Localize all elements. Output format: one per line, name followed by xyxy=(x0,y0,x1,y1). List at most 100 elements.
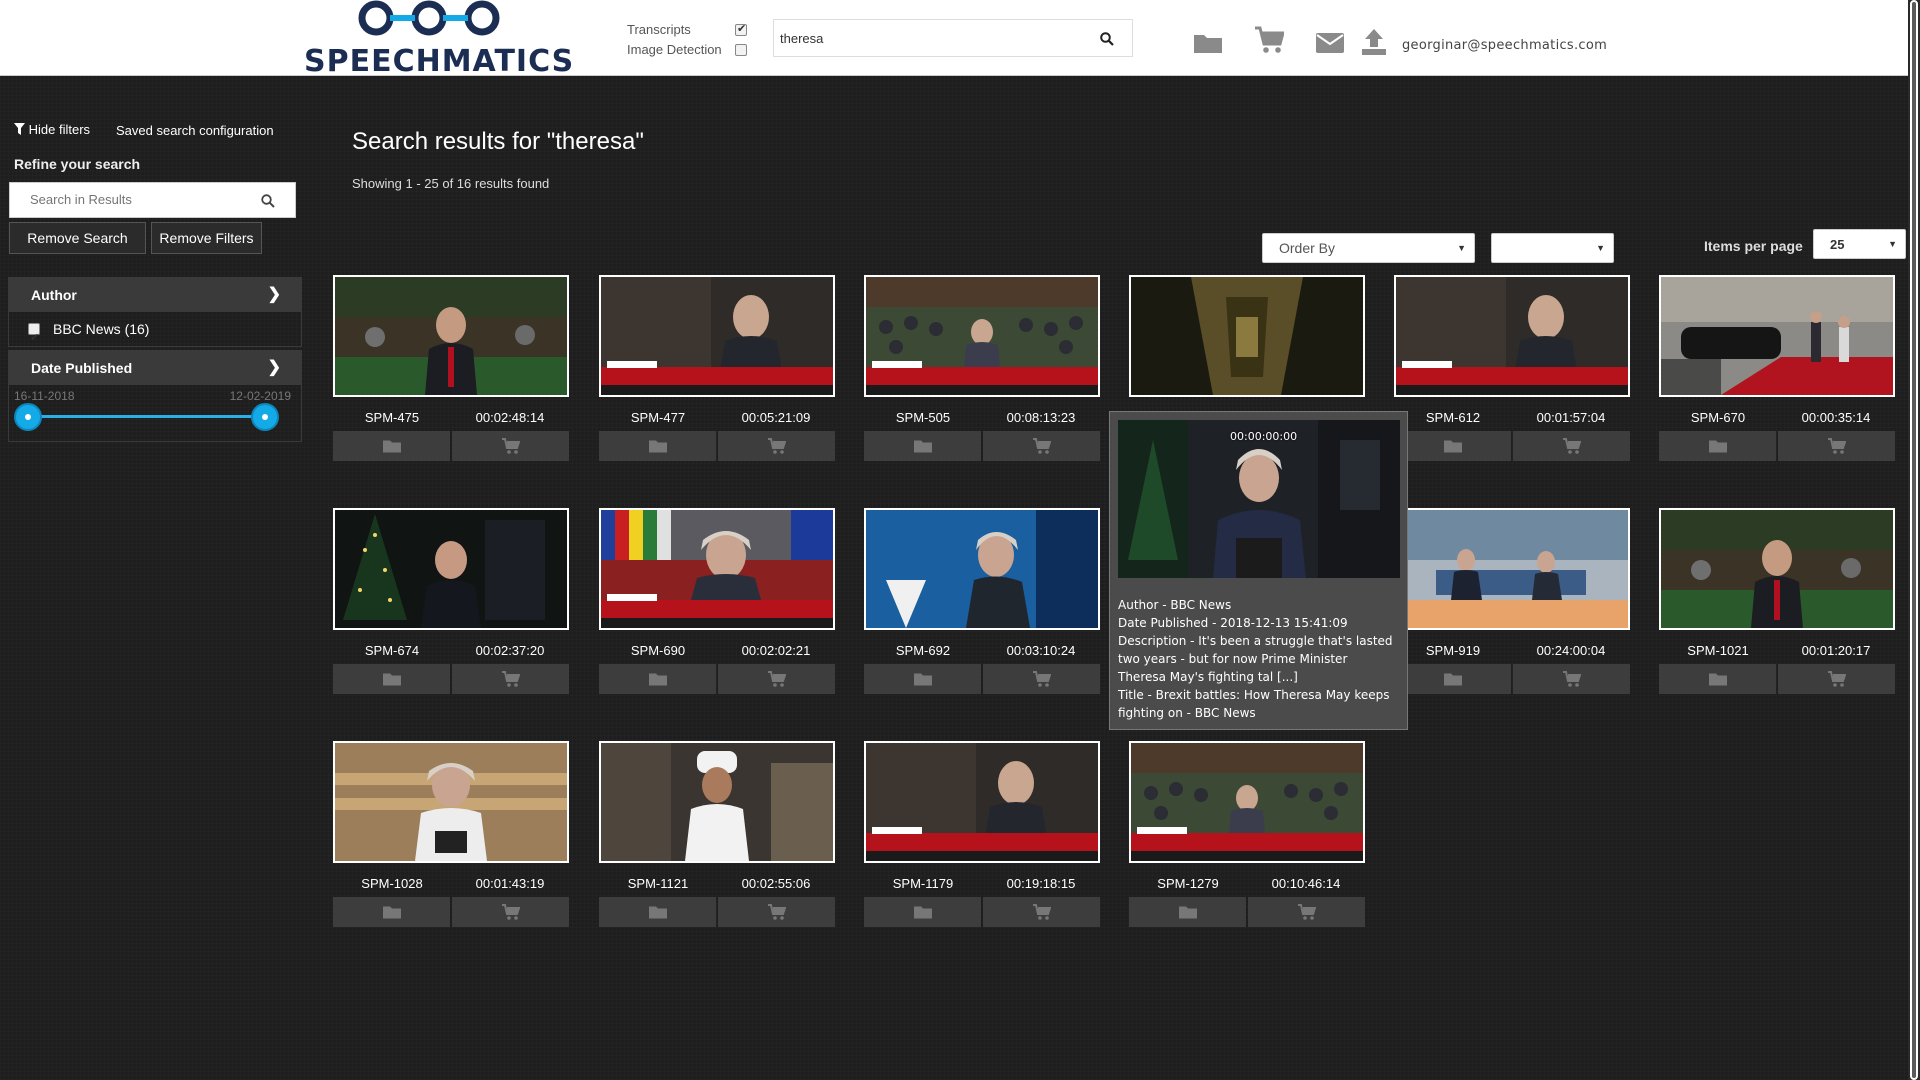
result-card[interactable]: SPM-690 00:02:02:21 xyxy=(599,508,835,694)
order-by-select[interactable]: Order By ▼ xyxy=(1262,233,1475,263)
hide-filters-link[interactable]: Hide filters xyxy=(14,122,90,137)
results-search-input[interactable] xyxy=(30,192,250,207)
slider-handle-end[interactable] xyxy=(251,403,279,431)
cart-icon xyxy=(767,671,786,687)
result-thumbnail[interactable] xyxy=(864,508,1100,630)
slider-handle-start[interactable] xyxy=(14,403,42,431)
add-to-cart-button[interactable] xyxy=(452,897,569,927)
add-to-cart-button[interactable] xyxy=(718,897,835,927)
result-card[interactable]: SPM-919 00:24:00:04 xyxy=(1394,508,1630,694)
author-filter-header[interactable]: Author ❯ xyxy=(9,278,301,312)
add-to-folder-button[interactable] xyxy=(1659,431,1776,461)
add-to-folder-button[interactable] xyxy=(1394,431,1511,461)
add-to-folder-button[interactable] xyxy=(864,897,981,927)
tooltip-author: Author - BBC News xyxy=(1118,598,1232,612)
add-to-folder-button[interactable] xyxy=(333,897,450,927)
result-card[interactable]: SPM-1279 00:10:46:14 xyxy=(1129,741,1365,927)
add-to-cart-button[interactable] xyxy=(718,664,835,694)
result-thumbnail[interactable] xyxy=(333,741,569,863)
slider-track[interactable] xyxy=(27,415,267,418)
result-card[interactable]: SPM-477 00:05:21:09 xyxy=(599,275,835,461)
result-actions xyxy=(599,897,835,927)
filter-icon xyxy=(14,123,25,135)
result-thumbnail[interactable] xyxy=(1659,508,1895,630)
thumbnail-image xyxy=(601,510,833,628)
result-thumbnail[interactable] xyxy=(1394,508,1630,630)
add-to-cart-button[interactable] xyxy=(452,664,569,694)
add-to-folder-button[interactable] xyxy=(333,431,450,461)
user-email[interactable]: georginar@speechmatics.com xyxy=(1402,38,1607,53)
add-to-folder-button[interactable] xyxy=(864,664,981,694)
result-card[interactable]: SPM-612 00:01:57:04 xyxy=(1394,275,1630,461)
result-thumbnail[interactable] xyxy=(599,741,835,863)
add-to-folder-button[interactable] xyxy=(599,431,716,461)
author-bbc-checkbox[interactable] xyxy=(28,321,40,355)
upload-icon[interactable] xyxy=(1361,28,1387,56)
result-thumbnail[interactable] xyxy=(333,275,569,397)
add-to-cart-button[interactable] xyxy=(983,431,1100,461)
cart-icon[interactable] xyxy=(1254,26,1284,54)
transcripts-checkbox[interactable] xyxy=(735,22,747,36)
result-card[interactable]: SPM-674 00:02:37:20 xyxy=(333,508,569,694)
add-to-folder-button[interactable] xyxy=(599,897,716,927)
add-to-folder-button[interactable] xyxy=(1129,897,1246,927)
result-card[interactable]: SPM-692 00:03:10:24 xyxy=(864,508,1100,694)
page-scrollbar[interactable] xyxy=(1908,0,1920,1080)
speechmatics-logo[interactable]: SPEECHMATICS xyxy=(304,0,573,79)
result-thumbnail[interactable] xyxy=(1129,741,1365,863)
result-card[interactable]: SPM-505 00:08:13:23 xyxy=(864,275,1100,461)
remove-search-button[interactable]: Remove Search xyxy=(9,222,146,254)
add-to-cart-button[interactable] xyxy=(1778,431,1895,461)
envelope-icon[interactable] xyxy=(1316,33,1344,53)
remove-filters-button[interactable]: Remove Filters xyxy=(151,222,262,254)
add-to-cart-button[interactable] xyxy=(1248,897,1365,927)
result-duration: 00:03:10:24 xyxy=(1006,643,1076,658)
result-card[interactable]: SPM-1021 00:01:20:17 xyxy=(1659,508,1895,694)
cart-icon xyxy=(1032,438,1051,454)
result-thumbnail[interactable] xyxy=(1129,275,1365,397)
add-to-folder-button[interactable] xyxy=(599,664,716,694)
items-per-page-select[interactable]: 25 ▼ xyxy=(1813,229,1906,259)
add-to-cart-button[interactable] xyxy=(718,431,835,461)
result-thumbnail[interactable] xyxy=(599,508,835,630)
result-thumbnail[interactable] xyxy=(1659,275,1895,397)
order-direction-select[interactable]: ▼ xyxy=(1491,233,1614,263)
result-card[interactable]: SPM-670 00:00:35:14 xyxy=(1659,275,1895,461)
add-to-cart-button[interactable] xyxy=(1778,664,1895,694)
result-card[interactable]: SPM-1028 00:01:43:19 xyxy=(333,741,569,927)
add-to-folder-button[interactable] xyxy=(864,431,981,461)
result-thumbnail[interactable] xyxy=(864,275,1100,397)
saved-search-link[interactable]: Saved search configuration xyxy=(116,123,274,138)
results-count: Showing 1 - 25 of 16 results found xyxy=(352,176,550,191)
add-to-cart-button[interactable] xyxy=(983,897,1100,927)
date-filter-header[interactable]: Date Published ❯ xyxy=(9,351,301,385)
result-actions xyxy=(1659,431,1895,461)
add-to-folder-button[interactable] xyxy=(333,664,450,694)
result-id: SPM-1028 xyxy=(361,876,423,891)
cart-icon xyxy=(501,671,520,687)
result-card[interactable]: SPM-1179 00:19:18:15 xyxy=(864,741,1100,927)
add-to-cart-button[interactable] xyxy=(1513,664,1630,694)
add-to-cart-button[interactable] xyxy=(983,664,1100,694)
result-card[interactable]: SPM-475 00:02:48:14 xyxy=(333,275,569,461)
search-icon[interactable] xyxy=(261,194,275,208)
header-search-input[interactable] xyxy=(780,28,1080,48)
result-thumbnail[interactable] xyxy=(864,741,1100,863)
result-thumbnail[interactable] xyxy=(333,508,569,630)
result-thumbnail[interactable] xyxy=(1394,275,1630,397)
scrollbar-thumb[interactable] xyxy=(1910,0,1918,1080)
folder-icon xyxy=(913,673,932,686)
result-thumbnail[interactable] xyxy=(599,275,835,397)
result-duration: 00:02:55:06 xyxy=(741,876,811,891)
image-detection-checkbox[interactable] xyxy=(735,44,747,56)
cart-icon xyxy=(1032,904,1051,920)
result-card[interactable]: SPM-1121 00:02:55:06 xyxy=(599,741,835,927)
folder-icon[interactable] xyxy=(1193,32,1223,54)
folder-icon xyxy=(913,906,932,919)
search-icon[interactable] xyxy=(1100,32,1114,46)
add-to-folder-button[interactable] xyxy=(1659,664,1776,694)
add-to-folder-button[interactable] xyxy=(1394,664,1511,694)
author-filter-item[interactable]: BBC News (16) xyxy=(9,312,301,355)
add-to-cart-button[interactable] xyxy=(452,431,569,461)
add-to-cart-button[interactable] xyxy=(1513,431,1630,461)
